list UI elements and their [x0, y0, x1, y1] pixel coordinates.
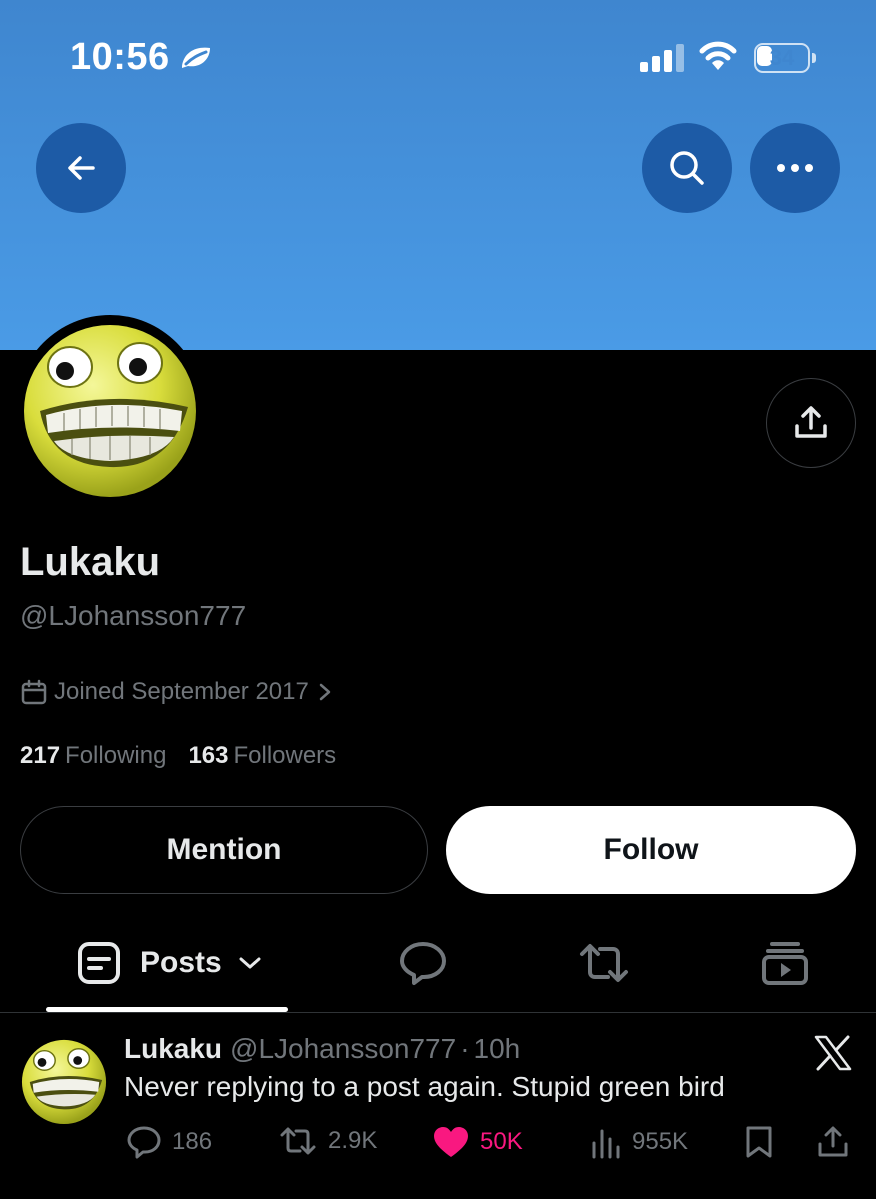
heart-filled-icon [434, 1127, 468, 1157]
profile-avatar[interactable] [16, 315, 204, 503]
share-profile-button[interactable] [766, 378, 856, 468]
focus-leaf-icon [178, 44, 214, 75]
like-button[interactable]: 50K [432, 1125, 523, 1159]
follow-button[interactable]: Follow [446, 806, 856, 894]
joined-date-text: Joined September 2017 [54, 678, 309, 705]
reposts-icon [580, 944, 628, 982]
mention-button[interactable]: Mention [20, 806, 428, 894]
status-bar: 10:56 34 [0, 0, 876, 110]
post-actions: 186 2.9K 50K 955K [0, 1125, 876, 1165]
post-item[interactable]: Lukaku @LJohansson777 · 10h Never replying … [0, 1013, 876, 1199]
media-icon [762, 942, 808, 985]
search-icon [670, 151, 704, 185]
reply-count: 186 [172, 1128, 213, 1155]
tab-reposts[interactable] [576, 940, 632, 991]
tab-media[interactable] [760, 940, 810, 991]
grinning-smiley-avatar-icon [24, 325, 196, 497]
tab-replies[interactable] [398, 940, 448, 991]
profile-tab-bar: Posts [0, 930, 876, 1012]
cellular-signal-icon [640, 44, 686, 77]
bookmark-icon [746, 1126, 772, 1158]
more-dots-icon [777, 164, 813, 172]
joined-date-row[interactable]: Joined September 2017 [20, 676, 333, 708]
back-button[interactable] [36, 123, 126, 213]
profile-handle: @LJohansson777 [20, 600, 247, 631]
repost-button[interactable]: 2.9K [278, 1125, 377, 1157]
views-count: 955K [632, 1128, 689, 1155]
battery-level: 34 [769, 45, 795, 70]
tab-posts-label: Posts [140, 946, 222, 979]
post-separator: · [460, 1033, 470, 1064]
tab-posts[interactable]: Posts [76, 940, 262, 986]
views-bar-chart-icon [592, 1129, 620, 1159]
share-icon [818, 1126, 848, 1157]
wifi-icon [698, 40, 738, 77]
following-count: 217 [20, 742, 61, 769]
following-label: Following [65, 742, 167, 769]
post-avatar-icon[interactable] [20, 1037, 108, 1125]
profile-stats: 217 Following 163 Followers [20, 742, 336, 770]
chevron-right-icon [319, 683, 331, 701]
followers-count: 163 [188, 742, 229, 769]
profile-display-name: Lukaku [20, 540, 161, 584]
post-author-name[interactable]: Lukaku [124, 1033, 222, 1064]
reply-icon [127, 1126, 161, 1159]
repost-count: 2.9K [328, 1127, 378, 1154]
bookmark-button[interactable] [744, 1125, 774, 1159]
post-author-handle[interactable]: @LJohansson777 [230, 1033, 456, 1064]
status-time: 10:56 [70, 36, 170, 78]
replies-icon [400, 942, 446, 985]
x-logo-icon [814, 1035, 852, 1076]
chevron-down-icon [239, 957, 261, 969]
search-button[interactable] [642, 123, 732, 213]
share-icon [795, 406, 827, 438]
followers-stat[interactable]: 163 Followers [188, 742, 336, 770]
repost-icon [280, 1127, 316, 1155]
more-options-button[interactable] [750, 123, 840, 213]
posts-icon [78, 942, 120, 984]
post-header: Lukaku @LJohansson777 · 10h [124, 1033, 520, 1065]
followers-label: Followers [233, 742, 337, 769]
like-count: 50K [480, 1128, 523, 1155]
following-stat[interactable]: 217 Following [20, 742, 166, 770]
post-text: Never replying to a post again. Stupid g… [124, 1071, 725, 1102]
views-button[interactable]: 955K [590, 1125, 688, 1159]
arrow-left-icon [68, 156, 95, 180]
post-time: 10h [473, 1033, 521, 1064]
reply-button[interactable]: 186 [126, 1125, 212, 1159]
post-share-button[interactable] [816, 1125, 850, 1159]
calendar-icon [21, 679, 47, 705]
